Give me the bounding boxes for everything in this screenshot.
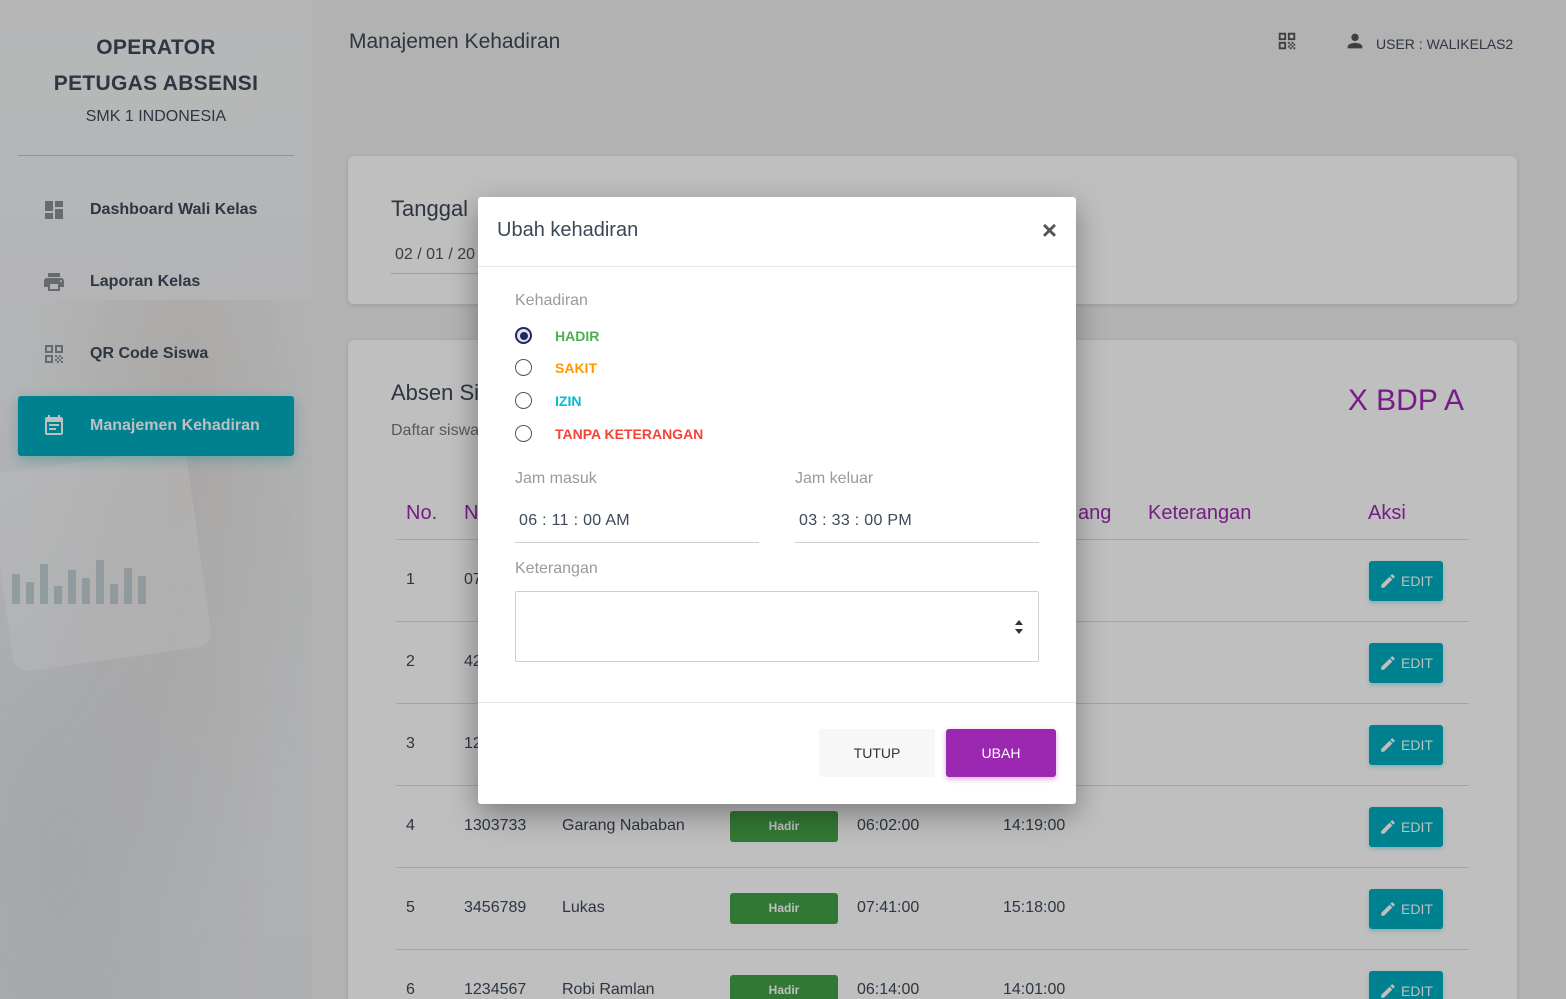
radio-izin[interactable]: IZIN: [515, 392, 581, 409]
radio-circle[interactable]: [515, 327, 532, 344]
radio-circle[interactable]: [515, 425, 532, 442]
radio-label: SAKIT: [555, 359, 597, 376]
jam-keluar-input[interactable]: 03 : 33 : 00 PM: [795, 507, 1039, 543]
radio-tanpa-keterangan[interactable]: TANPA KETERANGAN: [515, 425, 703, 442]
radio-hadir[interactable]: HADIR: [515, 327, 599, 344]
tutup-button[interactable]: TUTUP: [819, 729, 935, 777]
ubah-kehadiran-modal: Ubah kehadiran × Kehadiran HADIR SAKIT I…: [478, 197, 1076, 804]
radio-label: IZIN: [555, 392, 582, 409]
jam-keluar-label: Jam keluar: [795, 470, 874, 487]
modal-header: Ubah kehadiran ×: [478, 197, 1076, 267]
radio-label: TANPA KETERANGAN: [555, 425, 704, 442]
modal-title: Ubah kehadiran: [497, 219, 639, 241]
keterangan-select[interactable]: [515, 591, 1039, 662]
jam-masuk-input[interactable]: 06 : 11 : 00 AM: [515, 507, 759, 543]
radio-circle[interactable]: [515, 359, 532, 376]
modal-footer-divider: [478, 702, 1076, 703]
keterangan-label: Keterangan: [515, 560, 598, 577]
radio-circle[interactable]: [515, 392, 532, 409]
close-icon[interactable]: ×: [1042, 217, 1057, 243]
radio-label: HADIR: [555, 327, 600, 344]
jam-masuk-label: Jam masuk: [515, 470, 597, 487]
radio-sakit[interactable]: SAKIT: [515, 359, 597, 376]
kehadiran-label: Kehadiran: [515, 292, 588, 309]
select-arrows-icon: [1015, 620, 1023, 634]
ubah-button[interactable]: UBAH: [946, 729, 1056, 777]
